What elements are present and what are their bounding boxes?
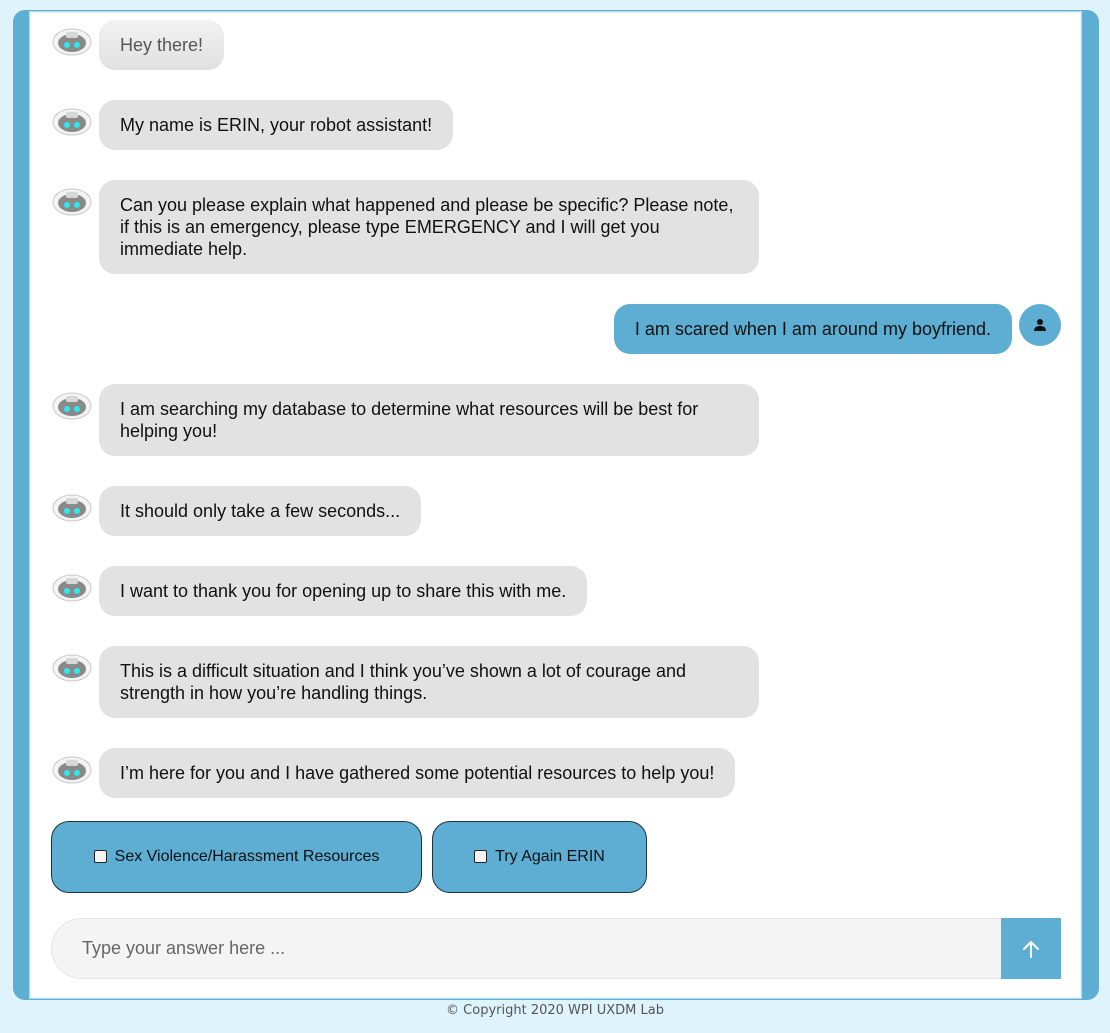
user-avatar bbox=[1019, 304, 1061, 346]
bot-message: I want to thank you for opening up to sh… bbox=[99, 566, 588, 616]
user-icon bbox=[1034, 319, 1046, 331]
bot-message: My name is ERIN, your robot assistant! bbox=[99, 100, 454, 150]
user-message: I am scared when I am around my boyfrien… bbox=[613, 304, 1012, 354]
robot-icon bbox=[52, 188, 92, 216]
chat-panel: Hey there! My name is ERIN, your robot a… bbox=[29, 11, 1082, 999]
bot-message: I’m here for you and I have gathered som… bbox=[99, 748, 736, 798]
option-button-resources[interactable]: Sex Violence/Harassment Resources bbox=[51, 821, 422, 893]
robot-icon bbox=[52, 494, 92, 522]
send-button[interactable] bbox=[1001, 918, 1061, 979]
option-button-try-again[interactable]: Try Again ERIN bbox=[432, 821, 647, 893]
answer-input[interactable] bbox=[51, 918, 1001, 979]
option-label: Sex Violence/Harassment Resources bbox=[114, 848, 380, 865]
robot-icon bbox=[52, 654, 92, 682]
answer-input-bar bbox=[51, 918, 1061, 979]
bot-message: Can you please explain what happened and… bbox=[99, 180, 759, 274]
robot-icon bbox=[52, 756, 92, 784]
bot-message: It should only take a few seconds... bbox=[99, 486, 422, 536]
checkbox-icon[interactable] bbox=[474, 849, 488, 863]
checkbox-icon[interactable] bbox=[93, 849, 107, 863]
bot-message: This is a difficult situation and I thin… bbox=[99, 646, 759, 718]
robot-icon bbox=[52, 28, 92, 56]
arrow-up-icon bbox=[1023, 940, 1039, 958]
robot-icon bbox=[52, 392, 92, 420]
option-label: Try Again ERIN bbox=[495, 848, 605, 865]
robot-icon bbox=[52, 574, 92, 602]
robot-icon bbox=[52, 108, 92, 136]
copyright-footer: © Copyright 2020 WPI UXDM Lab bbox=[446, 1003, 664, 1018]
bot-message: I am searching my database to determine … bbox=[99, 384, 759, 456]
bot-message: Hey there! bbox=[99, 20, 225, 70]
